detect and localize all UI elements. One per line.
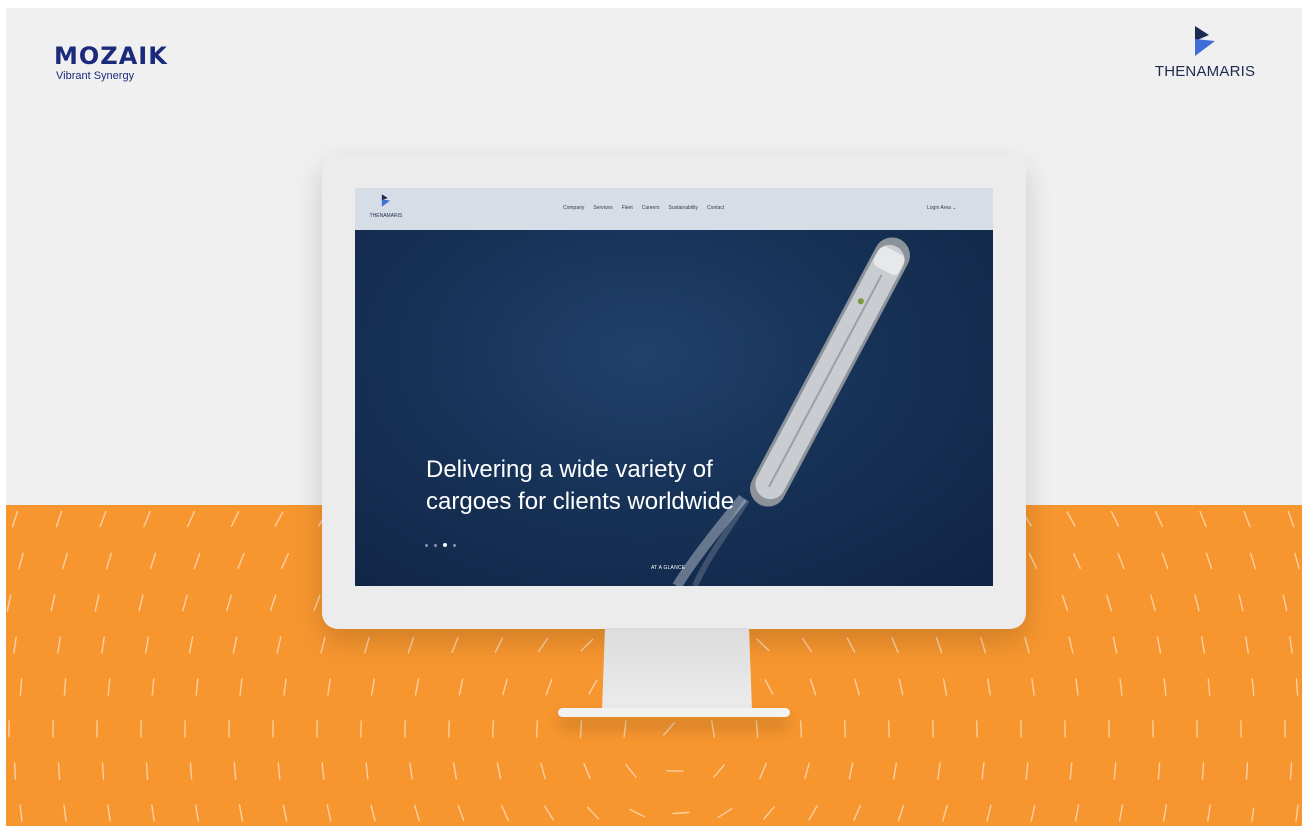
hero-headline-line1: Delivering a wide variety of [426, 456, 713, 483]
nav-company[interactable]: Company [563, 205, 584, 211]
zoom-in-icon[interactable] [1250, 785, 1290, 826]
zoom-in-glyph [1252, 787, 1289, 824]
site-sail-icon [381, 194, 391, 207]
nav-contact[interactable]: Contact [707, 205, 724, 211]
at-a-glance-link[interactable]: AT A GLANCE [651, 565, 685, 571]
thenamaris-sail-icon [1195, 26, 1215, 56]
nav-fleet[interactable]: Fleet [622, 205, 633, 211]
nav-careers[interactable]: Careers [642, 205, 660, 211]
mozaik-tagline: Vibrant Synergy [56, 70, 135, 82]
showcase-canvas: MOZAIK Vibrant Synergy THENAMARIS THENAM… [6, 8, 1302, 826]
site-nav-links: Company Services Fleet Careers Sustainab… [563, 205, 724, 211]
monitor-screen: THENAMARIS Company Services Fleet Career… [355, 188, 993, 586]
monitor-stand-neck [602, 628, 752, 710]
login-area-link[interactable]: Login Area ⌄ [927, 205, 957, 211]
monitor-stand-base [558, 708, 790, 717]
site-logo[interactable]: THENAMARIS [364, 194, 408, 219]
slider-dots [425, 543, 456, 547]
nav-sustainability[interactable]: Sustainability [669, 205, 698, 211]
mozaik-logo: MOZAIK Vibrant Synergy [54, 44, 168, 82]
hero-headline: Delivering a wide variety of cargoes for… [426, 454, 826, 518]
site-logo-text: THENAMARIS [369, 213, 403, 219]
hero-headline-line2: cargoes for clients worldwide [426, 488, 735, 515]
hero-banner: Delivering a wide variety of cargoes for… [355, 230, 993, 586]
thenamaris-logo: THENAMARIS [1140, 26, 1270, 80]
slider-dot-3[interactable] [443, 543, 447, 547]
mozaik-wordmark: MOZAIK [54, 42, 168, 70]
slider-dot-1[interactable] [425, 543, 428, 547]
nav-services[interactable]: Services [593, 205, 612, 211]
tanker-ship-image [672, 237, 910, 586]
slider-dot-2[interactable] [434, 543, 437, 547]
slider-dot-4[interactable] [453, 543, 456, 547]
site-navbar: THENAMARIS Company Services Fleet Career… [355, 188, 993, 230]
thenamaris-wordmark: THENAMARIS [1154, 63, 1256, 80]
